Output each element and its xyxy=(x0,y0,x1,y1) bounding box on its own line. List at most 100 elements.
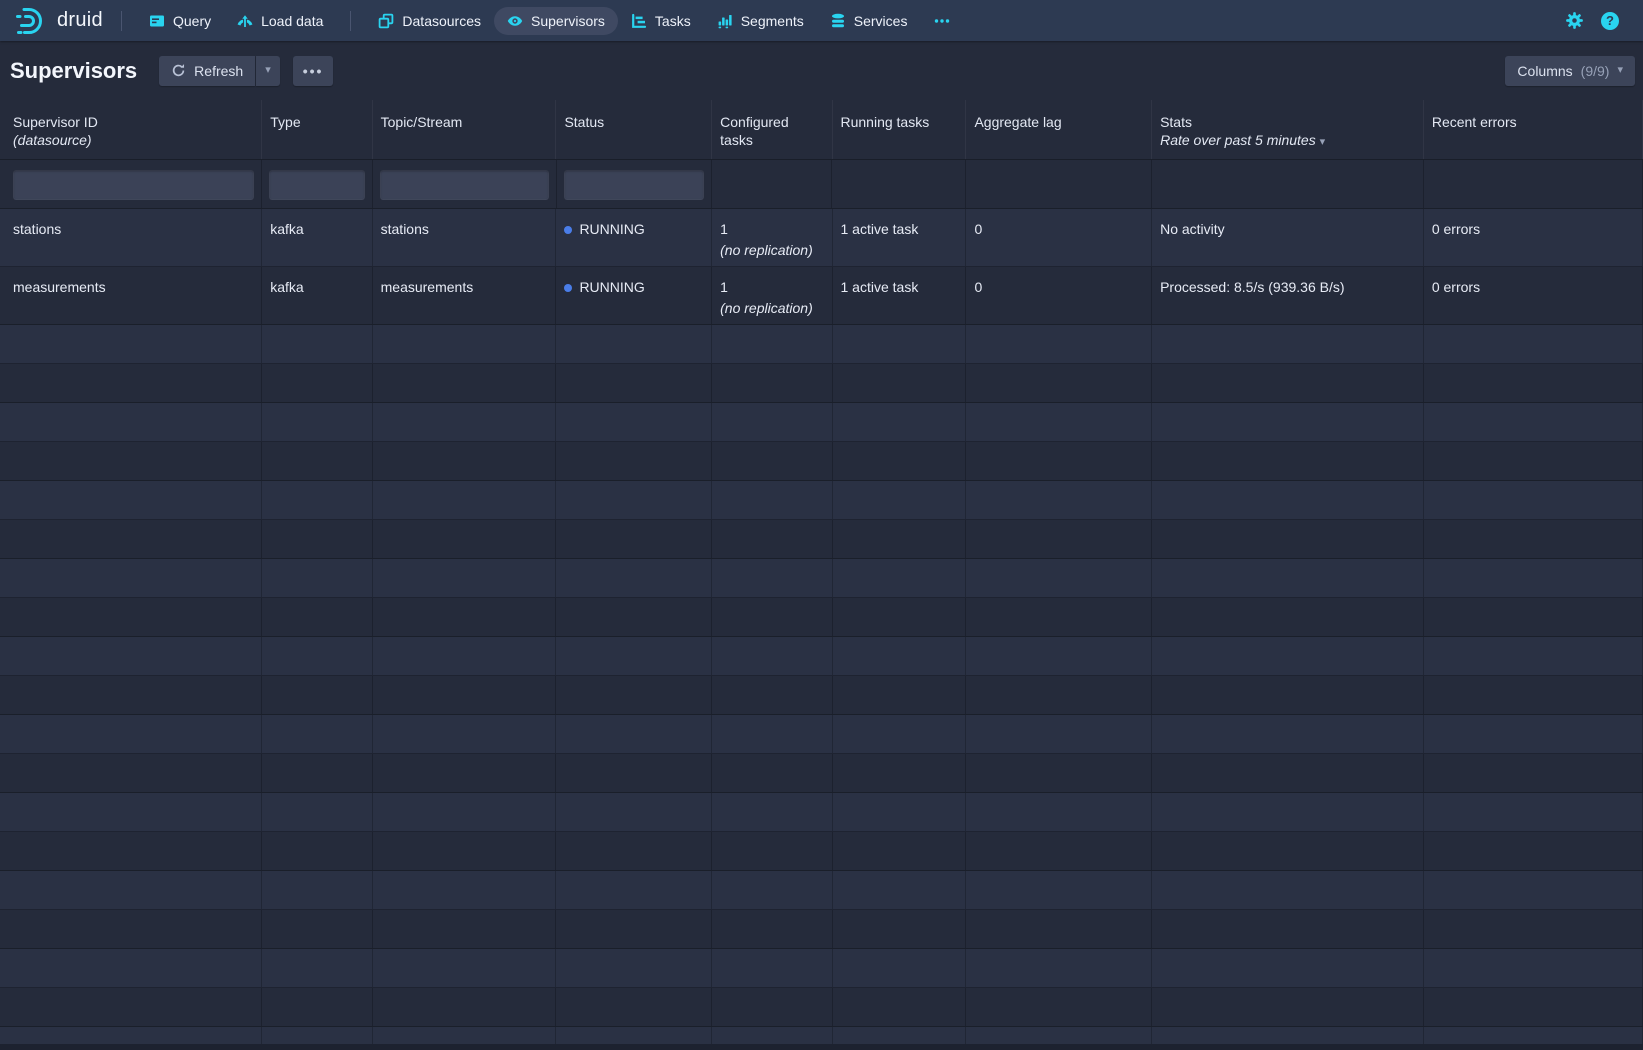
druid-brand[interactable]: druid xyxy=(14,6,103,36)
empty-cell xyxy=(712,364,832,402)
empty-cell xyxy=(966,559,1152,597)
refresh-icon xyxy=(171,63,186,78)
columns-label: Columns xyxy=(1517,63,1572,79)
empty-cell xyxy=(1152,949,1424,987)
help-icon[interactable]: ? xyxy=(1601,12,1619,30)
empty-cell xyxy=(833,676,967,714)
empty-cell xyxy=(262,598,372,636)
columns-count: (9/9) xyxy=(1581,63,1610,79)
nav-item-label: Datasources xyxy=(402,13,481,29)
column-header-configured-tasks[interactable]: Configured tasks xyxy=(712,100,832,159)
gantt-bars-icon xyxy=(631,13,647,29)
filter-cell xyxy=(1424,160,1643,208)
empty-cell xyxy=(833,949,967,987)
nav-more-button[interactable] xyxy=(920,7,964,35)
empty-row xyxy=(0,364,1643,403)
empty-cell xyxy=(833,481,967,519)
cell-stats[interactable]: Processed: 8.5/s (939.36 B/s) xyxy=(1152,267,1424,324)
columns-button[interactable]: Columns (9/9) ▾ xyxy=(1505,56,1635,86)
nav-item-tasks[interactable]: Tasks xyxy=(618,7,704,35)
more-actions-button[interactable]: ••• xyxy=(293,56,334,86)
empty-cell xyxy=(712,871,832,909)
empty-row xyxy=(0,403,1643,442)
filter-supervisor-id-input[interactable] xyxy=(13,170,254,200)
cell-status[interactable]: RUNNING xyxy=(556,267,712,324)
cell-stats[interactable]: No activity xyxy=(1152,209,1424,266)
empty-cell xyxy=(373,832,557,870)
empty-cell xyxy=(373,754,557,792)
nav-item-load-data[interactable]: Load data xyxy=(224,7,336,35)
cell-topic-stream[interactable]: measurements xyxy=(373,267,557,324)
empty-cell xyxy=(262,403,372,441)
column-header-supervisor-id[interactable]: Supervisor ID (datasource) xyxy=(0,100,262,159)
column-header-type[interactable]: Type xyxy=(262,100,372,159)
empty-cell xyxy=(966,481,1152,519)
empty-cell xyxy=(556,676,712,714)
column-header-topic-stream[interactable]: Topic/Stream xyxy=(373,100,557,159)
nav-item-label: Segments xyxy=(741,13,804,29)
empty-cell xyxy=(262,481,372,519)
cell-type[interactable]: kafka xyxy=(262,209,372,266)
cell-configured-tasks[interactable]: 1 (no replication) xyxy=(712,267,832,324)
nav-item-supervisors[interactable]: Supervisors xyxy=(494,7,618,35)
empty-cell xyxy=(712,559,832,597)
empty-cell xyxy=(966,325,1152,363)
nav-item-query[interactable]: Query xyxy=(136,7,224,35)
empty-cell xyxy=(966,832,1152,870)
nav-item-datasources[interactable]: Datasources xyxy=(365,7,494,35)
filter-topic-stream-input[interactable] xyxy=(380,170,549,200)
column-header-aggregate-lag[interactable]: Aggregate lag xyxy=(966,100,1152,159)
table-header-row: Supervisor ID (datasource) Type Topic/St… xyxy=(0,100,1643,160)
empty-cell xyxy=(966,715,1152,753)
cell-recent-errors[interactable]: 0 errors xyxy=(1424,267,1643,324)
cell-type[interactable]: kafka xyxy=(262,267,372,324)
empty-cell xyxy=(712,988,832,1026)
cell-supervisor-id[interactable]: stations xyxy=(0,209,262,266)
empty-cell xyxy=(1424,754,1643,792)
cell-running-tasks[interactable]: 1 active task xyxy=(833,209,967,266)
column-header-stats[interactable]: Stats Rate over past 5 minutes ▾ xyxy=(1152,100,1424,159)
empty-cell xyxy=(556,793,712,831)
refresh-caret-button[interactable]: ▾ xyxy=(256,56,280,86)
empty-row xyxy=(0,637,1643,676)
empty-cell xyxy=(1152,715,1424,753)
empty-cell xyxy=(712,949,832,987)
filter-status-input[interactable] xyxy=(564,170,705,200)
filter-type-input[interactable] xyxy=(269,170,364,200)
cell-status[interactable]: RUNNING xyxy=(556,209,712,266)
cell-running-tasks[interactable]: 1 active task xyxy=(833,267,967,324)
nav-item-label: Load data xyxy=(261,13,323,29)
empty-cell xyxy=(1152,481,1424,519)
empty-cell xyxy=(1152,676,1424,714)
replication-note: (no replication) xyxy=(720,241,823,259)
empty-cell xyxy=(262,988,372,1026)
status-text: RUNNING xyxy=(579,221,644,237)
gear-icon[interactable] xyxy=(1565,11,1584,30)
nav-item-segments[interactable]: Segments xyxy=(704,7,817,35)
cell-aggregate-lag[interactable]: 0 xyxy=(966,209,1152,266)
cell-aggregate-lag[interactable]: 0 xyxy=(966,267,1152,324)
cell-recent-errors[interactable]: 0 errors xyxy=(1424,209,1643,266)
empty-cell xyxy=(1424,637,1643,675)
empty-cell xyxy=(556,949,712,987)
nav-item-services[interactable]: Services xyxy=(817,7,921,35)
empty-cell xyxy=(1424,520,1643,558)
empty-cell xyxy=(262,442,372,480)
cell-topic-stream[interactable]: stations xyxy=(373,209,557,266)
refresh-button[interactable]: Refresh xyxy=(159,56,255,86)
empty-cell xyxy=(262,871,372,909)
empty-cell xyxy=(556,715,712,753)
empty-cell xyxy=(556,598,712,636)
cell-supervisor-id[interactable]: measurements xyxy=(0,267,262,324)
cell-configured-tasks[interactable]: 1 (no replication) xyxy=(712,209,832,266)
column-header-status[interactable]: Status xyxy=(556,100,712,159)
column-subheader: (datasource) xyxy=(13,131,253,149)
empty-cell xyxy=(1424,364,1643,402)
column-header-recent-errors[interactable]: Recent errors xyxy=(1424,100,1643,159)
column-header-running-tasks[interactable]: Running tasks xyxy=(833,100,967,159)
stats-rate-selector[interactable]: Rate over past 5 minutes ▾ xyxy=(1160,131,1415,149)
empty-cell xyxy=(262,676,372,714)
empty-cell xyxy=(966,793,1152,831)
status-dot-icon xyxy=(564,226,572,234)
empty-cell xyxy=(373,676,557,714)
